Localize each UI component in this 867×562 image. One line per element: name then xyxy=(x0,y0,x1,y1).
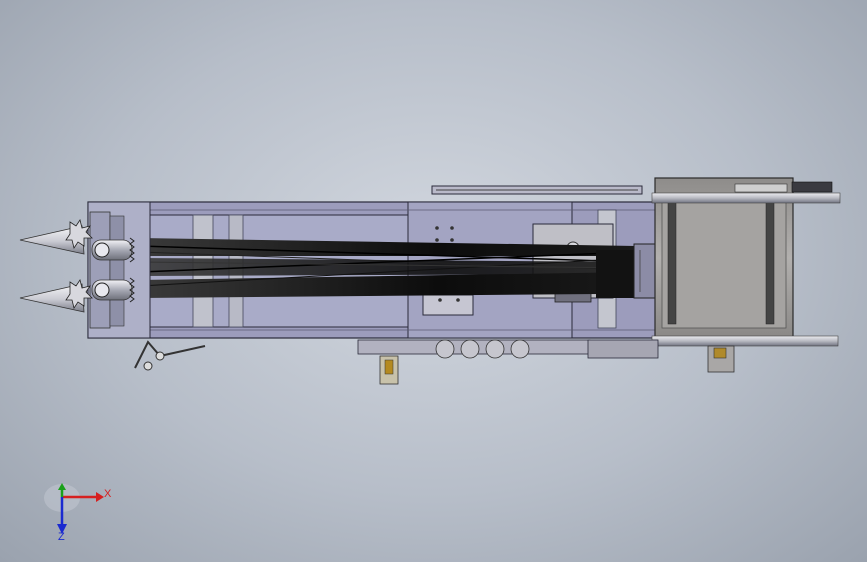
lever-linkage[interactable] xyxy=(134,340,206,371)
triad-x-label: X xyxy=(104,488,112,500)
orientation-triad xyxy=(44,483,104,534)
bottom-gear-train xyxy=(357,339,659,385)
top-rail xyxy=(431,185,643,195)
conveyor-belts xyxy=(139,238,637,298)
triad-z-label: Z xyxy=(58,531,65,543)
machine-model[interactable] xyxy=(0,0,867,562)
cone-tips xyxy=(19,219,93,313)
cad-viewport[interactable]: X Z xyxy=(0,0,867,562)
left-head-assembly[interactable] xyxy=(87,201,151,339)
